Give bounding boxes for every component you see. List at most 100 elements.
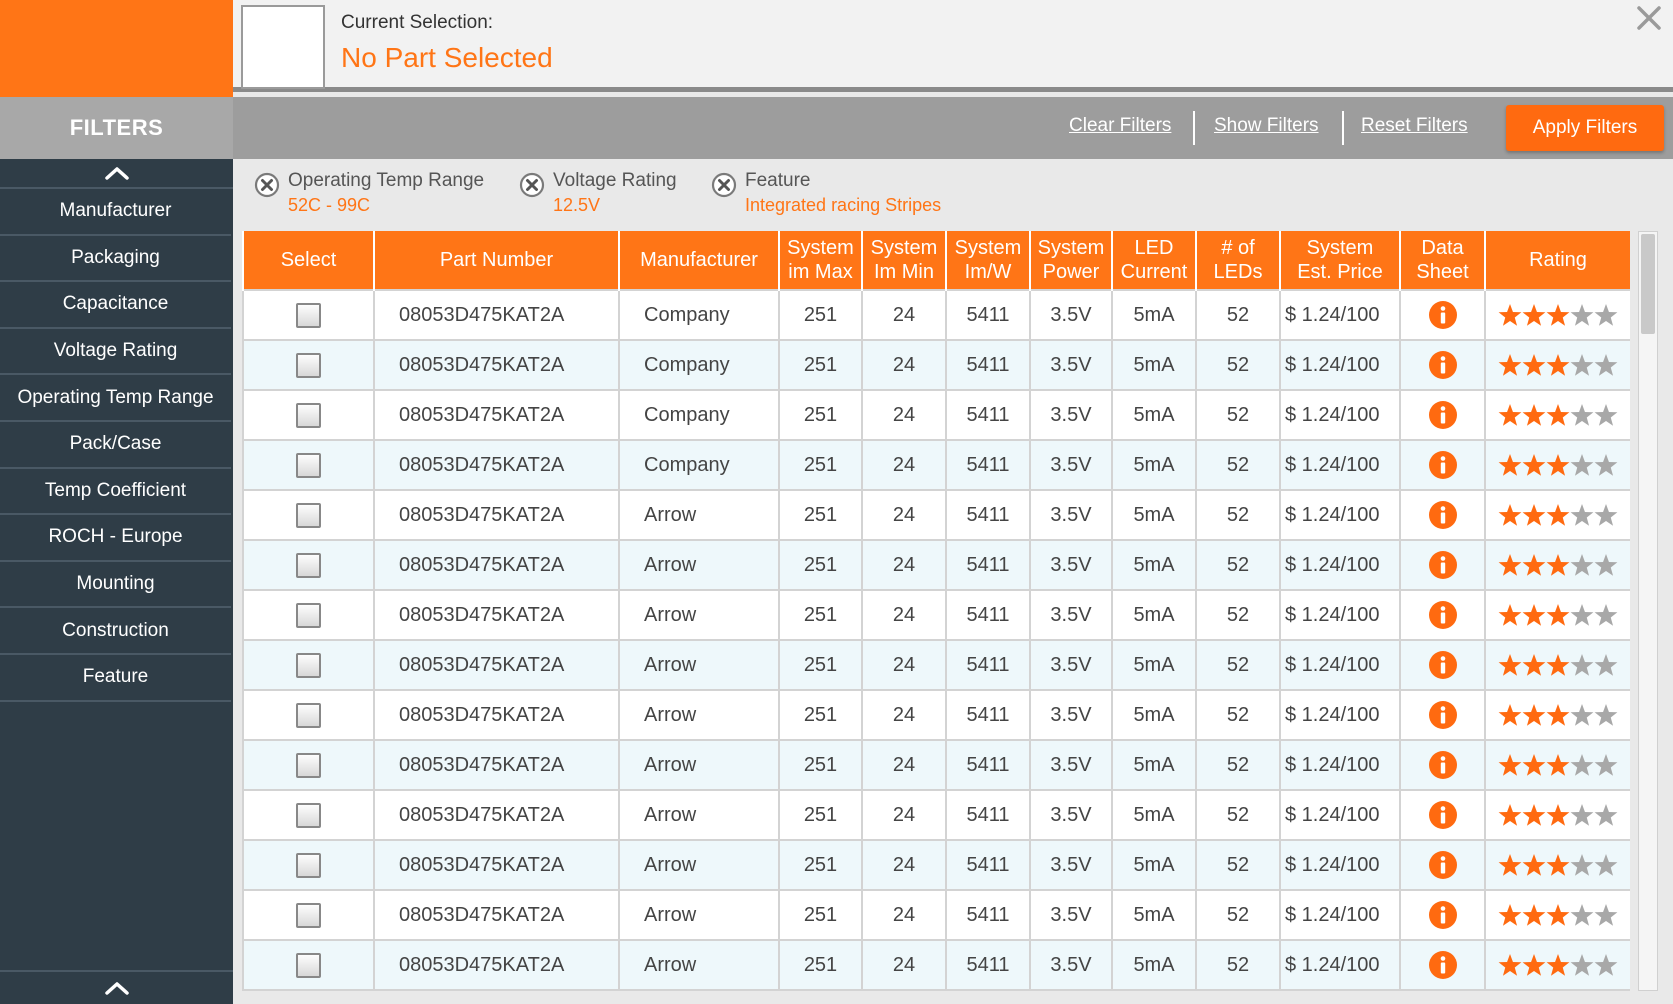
info-icon[interactable]: [1428, 400, 1458, 430]
table-scrollbar[interactable]: [1638, 231, 1658, 991]
column-header[interactable]: System im Max: [778, 231, 863, 290]
table-row[interactable]: 08053D475KAT2A Arrow 251 24 5411 3.5V 5mA 52 $ 1…: [242, 639, 1630, 691]
remove-filter-icon[interactable]: [254, 172, 280, 198]
table-row[interactable]: 08053D475KAT2A Arrow 251 24 5411 3.5V 5mA 52 $ 1…: [242, 739, 1630, 791]
table-row[interactable]: 08053D475KAT2A Arrow 251 24 5411 3.5V 5mA 52 $ 1…: [242, 689, 1630, 741]
info-icon[interactable]: [1428, 300, 1458, 330]
current-cell: 5mA: [1111, 939, 1197, 991]
close-icon[interactable]: [1633, 2, 1665, 34]
row-select-checkbox[interactable]: [296, 302, 321, 328]
remove-filter-icon[interactable]: [711, 172, 737, 198]
column-header[interactable]: System Im/W: [945, 231, 1031, 290]
sidebar-item-capacitance[interactable]: Capacitance: [0, 282, 231, 329]
im-w-cell: 5411: [945, 939, 1031, 991]
table-row[interactable]: 08053D475KAT2A Arrow 251 24 5411 3.5V 5mA 52 $ 1…: [242, 789, 1630, 841]
table-row[interactable]: 08053D475KAT2A Company 251 24 5411 3.5V 5mA 52 $…: [242, 289, 1630, 341]
info-icon[interactable]: [1428, 600, 1458, 630]
column-header[interactable]: Data Sheet: [1399, 231, 1486, 290]
column-header[interactable]: System Est. Price: [1279, 231, 1401, 290]
row-select-checkbox[interactable]: [296, 902, 321, 928]
row-select-checkbox[interactable]: [296, 852, 321, 878]
table-scrollbar-thumb[interactable]: [1641, 234, 1655, 334]
power-cell: 3.5V: [1029, 789, 1113, 841]
sidebar-item-construction[interactable]: Construction: [0, 608, 231, 655]
row-select-checkbox[interactable]: [296, 452, 321, 478]
led-count-cell: 52: [1195, 689, 1281, 741]
sidebar-item-pack-case[interactable]: Pack/Case: [0, 422, 231, 469]
reset-filters-link[interactable]: Reset Filters: [1361, 115, 1468, 137]
row-select-checkbox[interactable]: [296, 502, 321, 528]
manufacturer-cell: Arrow: [618, 839, 780, 891]
price-cell: $ 1.24/100: [1279, 539, 1401, 591]
table-row[interactable]: 08053D475KAT2A Arrow 251 24 5411 3.5V 5mA 52 $ 1…: [242, 889, 1630, 941]
column-header[interactable]: Rating: [1484, 231, 1630, 290]
remove-filter-icon[interactable]: [519, 172, 545, 198]
row-select-checkbox[interactable]: [296, 552, 321, 578]
info-icon[interactable]: [1428, 750, 1458, 780]
sidebar-item-temp-coefficient[interactable]: Temp Coefficient: [0, 469, 231, 516]
table-row[interactable]: 08053D475KAT2A Company 251 24 5411 3.5V 5mA 52 $…: [242, 339, 1630, 391]
rating-cell: [1484, 289, 1630, 341]
select-cell: [242, 689, 375, 741]
star-icon: [1498, 454, 1522, 476]
part-number-cell: 08053D475KAT2A: [373, 639, 620, 691]
row-select-checkbox[interactable]: [296, 952, 321, 978]
table-body: 08053D475KAT2A Company 251 24 5411 3.5V 5mA 52 $…: [242, 289, 1630, 991]
table-row[interactable]: 08053D475KAT2A Company 251 24 5411 3.5V 5mA 52 $…: [242, 439, 1630, 491]
table-row[interactable]: 08053D475KAT2A Arrow 251 24 5411 3.5V 5mA 52 $ 1…: [242, 839, 1630, 891]
row-select-checkbox[interactable]: [296, 352, 321, 378]
column-header[interactable]: LED Current: [1111, 231, 1197, 290]
info-icon[interactable]: [1428, 900, 1458, 930]
sidebar-item-packaging[interactable]: Packaging: [0, 236, 231, 283]
sidebar-item-voltage-rating[interactable]: Voltage Rating: [0, 329, 231, 376]
column-header[interactable]: Manufacturer: [618, 231, 780, 290]
apply-filters-button[interactable]: Apply Filters: [1506, 105, 1664, 151]
info-icon[interactable]: [1428, 450, 1458, 480]
table-row[interactable]: 08053D475KAT2A Company 251 24 5411 3.5V 5mA 52 $…: [242, 389, 1630, 441]
column-header[interactable]: Select: [242, 231, 375, 290]
clear-filters-link[interactable]: Clear Filters: [1069, 115, 1171, 137]
row-select-checkbox[interactable]: [296, 402, 321, 428]
table-row[interactable]: 08053D475KAT2A Arrow 251 24 5411 3.5V 5mA 52 $ 1…: [242, 489, 1630, 541]
sidebar-item-feature[interactable]: Feature: [0, 655, 231, 702]
row-select-checkbox[interactable]: [296, 702, 321, 728]
power-cell: 3.5V: [1029, 489, 1113, 541]
info-icon[interactable]: [1428, 950, 1458, 980]
row-select-checkbox[interactable]: [296, 602, 321, 628]
row-select-checkbox[interactable]: [296, 752, 321, 778]
star-icon: [1546, 804, 1570, 826]
info-icon[interactable]: [1428, 500, 1458, 530]
table-row[interactable]: 08053D475KAT2A Arrow 251 24 5411 3.5V 5mA 52 $ 1…: [242, 539, 1630, 591]
row-select-checkbox[interactable]: [296, 802, 321, 828]
info-icon[interactable]: [1428, 800, 1458, 830]
sidebar-item-mounting[interactable]: Mounting: [0, 562, 231, 609]
info-icon[interactable]: [1428, 350, 1458, 380]
column-header[interactable]: System Im Min: [861, 231, 947, 290]
im-min-cell: 24: [861, 639, 947, 691]
im-min-cell: 24: [861, 589, 947, 641]
table-row[interactable]: 08053D475KAT2A Arrow 251 24 5411 3.5V 5mA 52 $ 1…: [242, 939, 1630, 991]
star-icon: [1546, 604, 1570, 626]
rating-stars: [1498, 604, 1618, 626]
rating-stars: [1498, 754, 1618, 776]
sidebar-item-operating-temp-range[interactable]: Operating Temp Range: [0, 375, 231, 422]
manufacturer-cell: Arrow: [618, 789, 780, 841]
column-header[interactable]: Part Number: [373, 231, 620, 290]
sidebar-scroll-up-button[interactable]: [0, 159, 233, 189]
table-row[interactable]: 08053D475KAT2A Arrow 251 24 5411 3.5V 5mA 52 $ 1…: [242, 589, 1630, 641]
column-header[interactable]: # of LEDs: [1195, 231, 1281, 290]
info-icon[interactable]: [1428, 650, 1458, 680]
im-w-cell: 5411: [945, 689, 1031, 741]
sidebar-item-roch-europe[interactable]: ROCH - Europe: [0, 515, 231, 562]
info-icon[interactable]: [1428, 850, 1458, 880]
part-number-cell: 08053D475KAT2A: [373, 689, 620, 741]
select-cell: [242, 389, 375, 441]
show-filters-link[interactable]: Show Filters: [1214, 115, 1319, 137]
sidebar-scroll-button[interactable]: [0, 970, 233, 1004]
info-icon[interactable]: [1428, 700, 1458, 730]
column-header[interactable]: System Power: [1029, 231, 1113, 290]
sidebar-item-manufacturer[interactable]: Manufacturer: [0, 189, 231, 236]
info-icon[interactable]: [1428, 550, 1458, 580]
price-cell: $ 1.24/100: [1279, 489, 1401, 541]
row-select-checkbox[interactable]: [296, 652, 321, 678]
